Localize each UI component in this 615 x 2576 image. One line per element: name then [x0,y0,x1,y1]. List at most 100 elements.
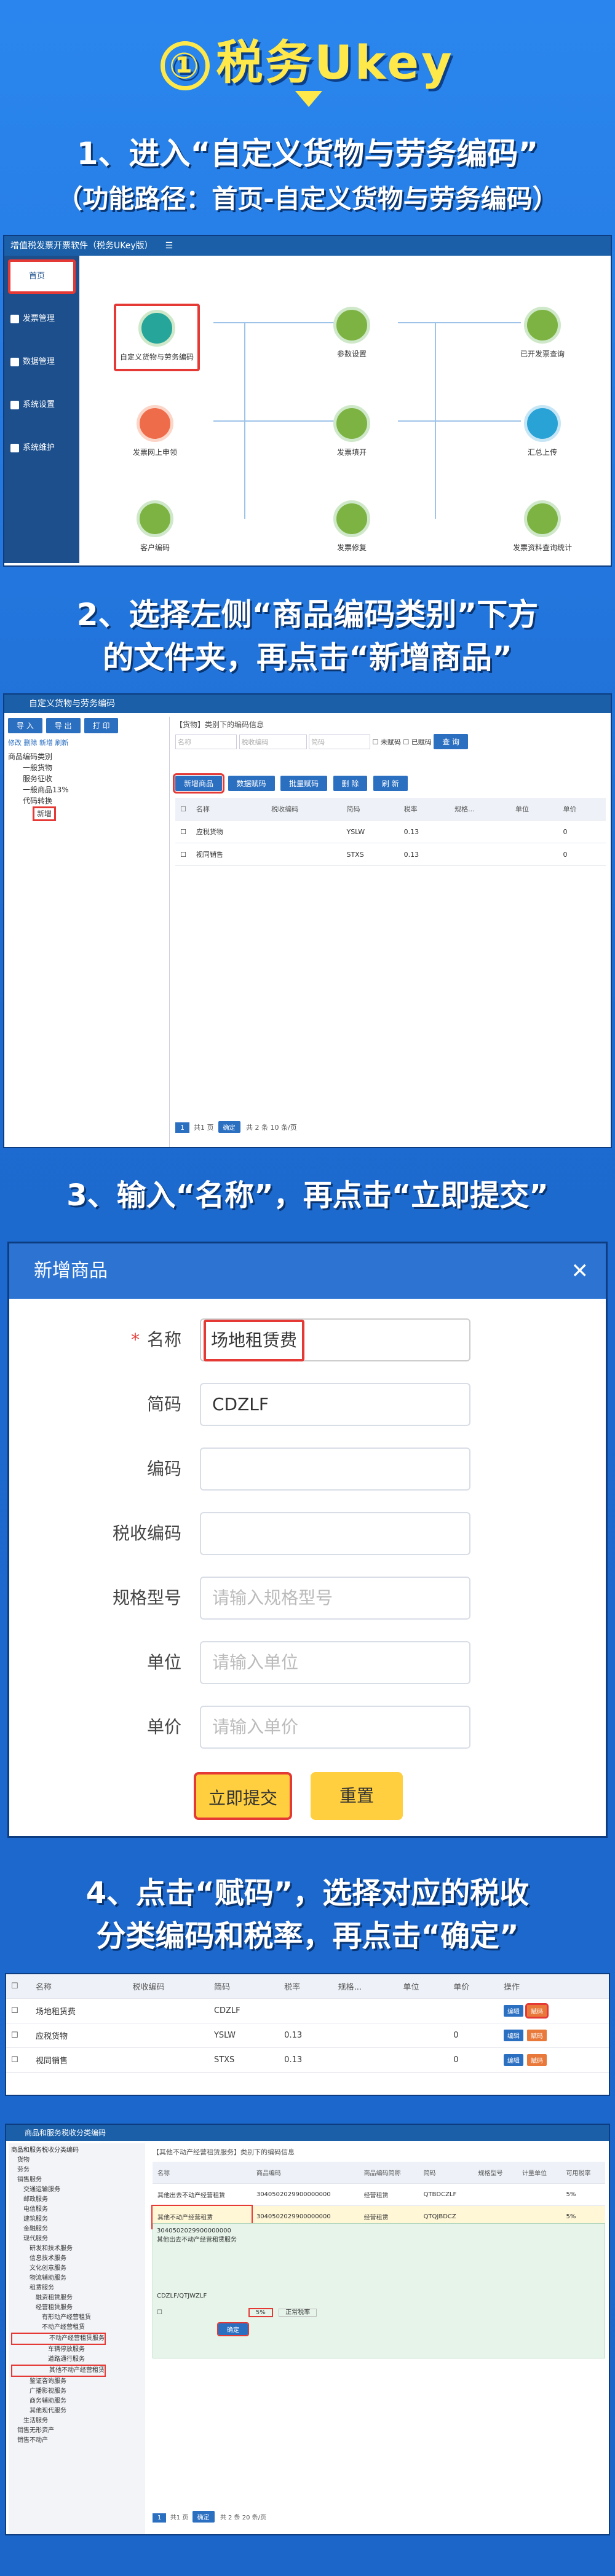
page-number[interactable]: 1 [175,1122,189,1133]
node-invoice-stats[interactable]: 发票资料查询统计 [496,500,589,553]
table-row[interactable]: 其他出去不动产经营租赁 3040502029900000000 经营租赁 QTBDCZ… [153,2183,605,2206]
sidebar-item-settings[interactable]: 系统设置 [4,384,79,427]
sidebar-item-invoice[interactable]: 发票管理 [4,297,79,341]
tree-item[interactable]: 研发和技术服务 [11,2244,143,2254]
tree-item[interactable]: 劳务 [11,2165,143,2175]
node-apply-online[interactable]: 发票网上申领 [109,405,201,457]
tree-item[interactable]: 现代服务 [11,2234,143,2244]
assign-button[interactable]: 赋码 [526,2054,547,2066]
tree-item[interactable]: 其他现代服务 [11,2406,143,2416]
tree-item[interactable]: 销售不动产 [11,2436,143,2446]
tree-item[interactable]: 服务征收 [8,773,162,784]
batch-assign-button[interactable]: 批量赋码 [280,776,328,791]
close-icon[interactable]: ✕ [571,1243,589,1299]
table-row[interactable]: ☐ 应税货物 YSLW 0.13 0 编辑 赋码 [6,2023,609,2048]
node-customer-code[interactable]: 客户编码 [109,500,201,553]
page-go-button[interactable]: 确定 [218,1121,240,1133]
tree-item[interactable]: 有形动产经营租赁 [11,2313,143,2323]
delete-button[interactable]: 删 除 [333,776,368,791]
node-params[interactable]: 参数设置 [306,307,398,359]
export-button[interactable]: 导 出 [46,718,81,733]
node-custom-goods-code[interactable]: 自定义货物与劳务编码 [114,304,200,371]
table-row[interactable]: ☐ 视同销售 STXS 0.13 0 编辑 赋码 [6,2047,609,2073]
sidebar-item-maintenance[interactable]: 系统维护 [4,427,79,470]
page-size-select[interactable]: 20 条/页 [242,2515,266,2521]
tree-add-link[interactable]: 新增 [39,739,53,747]
price-input[interactable]: 请输入单价 [200,1706,470,1749]
spec-input[interactable]: 请输入规格型号 [200,1577,470,1620]
table-row[interactable]: ☐ 视同销售 STXS 0.13 0 [175,843,606,866]
submit-button[interactable]: 立即提交 [194,1772,292,1820]
short-code-input[interactable]: CDZLF [200,1383,470,1426]
tree-item[interactable]: 租赁服务 [11,2283,143,2293]
tree-item[interactable]: 商务辅助服务 [11,2397,143,2406]
print-button[interactable]: 打 印 [84,718,119,733]
menu-icon[interactable]: ☰ [165,241,173,251]
refresh-button[interactable]: 刷 新 [373,776,408,791]
tree-item[interactable]: 文化创意服务 [11,2264,143,2274]
edit-button[interactable]: 编辑 [503,2054,523,2066]
add-goods-button[interactable]: 新增商品 [172,773,225,794]
node-summary-upload[interactable]: 汇总上传 [496,405,589,457]
tree-item[interactable]: 物流辅助服务 [11,2274,143,2283]
tree-item-highlight[interactable]: 其他不动产经营租赁 [11,2365,106,2377]
tree-item[interactable]: 交通运输服务 [11,2185,143,2195]
import-button[interactable]: 导 入 [8,718,42,733]
tree-refresh-link[interactable]: 刷新 [55,739,69,747]
tree-item[interactable]: 一般货物 [8,762,162,773]
node-invoice-fill[interactable]: 发票填开 [306,405,398,457]
page-number[interactable]: 1 [153,2513,167,2523]
tax-code-input[interactable] [200,1512,470,1555]
tree-item[interactable]: 代码转换 [8,795,162,806]
tree-item-folder-highlight[interactable]: 新增 [33,806,57,821]
tree-item[interactable]: 金融服务 [11,2224,143,2234]
tree-item[interactable]: 销售服务 [11,2175,143,2185]
tree-item[interactable]: 信息技术服务 [11,2254,143,2264]
assign-button-highlight[interactable]: 赋码 [525,2003,549,2019]
tree-item[interactable]: 货物 [11,2156,143,2165]
tree-root[interactable]: 商品和服务税收分类编码 [11,2146,143,2156]
select-all-checkbox[interactable]: ☐ [6,1974,31,1999]
tax-type-select[interactable]: 正常税率 [279,2309,317,2317]
tree-item[interactable]: 不动产经营租赁 [11,2323,143,2333]
tree-item[interactable]: 道路通行服务 [11,2355,143,2365]
page-go-button[interactable]: 确定 [192,2511,215,2523]
tree-item[interactable]: 鉴证咨询服务 [11,2377,143,2387]
edit-button[interactable]: 编辑 [503,2030,523,2041]
tax-rate-select[interactable]: 5% [248,2308,273,2317]
table-row[interactable]: ☐ 应税货物 YSLW 0.13 0 [175,820,606,843]
shortcode-filter-input[interactable]: 简码 [309,735,370,749]
edit-button[interactable]: 编辑 [503,2005,523,2017]
tree-item[interactable]: 电信服务 [11,2205,143,2215]
tree-item[interactable]: 融资租赁服务 [11,2293,143,2303]
page-size-select[interactable]: 10 条/页 [271,1124,297,1132]
tree-item[interactable]: 生活服务 [11,2416,143,2426]
code-input[interactable] [200,1448,470,1491]
tree-item[interactable]: 广播影视服务 [11,2387,143,2397]
reset-button[interactable]: 重置 [311,1772,403,1820]
query-button[interactable]: 查 询 [434,734,469,749]
tree-item[interactable]: 建筑服务 [11,2215,143,2224]
select-all-checkbox[interactable]: ☐ [175,798,191,821]
tree-item[interactable]: 邮政服务 [11,2195,143,2205]
sidebar-item-home[interactable]: 首页 [8,259,76,294]
tree-item-highlight[interactable]: 不动产经营租赁服务 [11,2333,106,2345]
taxcode-filter-input[interactable]: 税收编码 [239,735,307,749]
tree-item[interactable]: 车辆停放服务 [11,2345,143,2355]
assign-button[interactable]: 赋码 [526,2030,547,2041]
tree-item[interactable]: 一般商品13% [8,784,162,795]
tree-item[interactable]: 经营租赁服务 [11,2303,143,2313]
node-invoice-repair[interactable]: 发票修复 [306,500,398,553]
tree-edit-link[interactable]: 修改 [8,739,22,747]
unit-input[interactable]: 请输入单位 [200,1641,470,1684]
node-invoice-query[interactable]: 已开发票查询 [496,307,589,359]
unassigned-checkbox[interactable]: ☐ 未赋码 [373,738,401,746]
name-input[interactable]: 场地租赁费 [200,1318,470,1361]
assign-code-button[interactable]: 数据赋码 [228,776,275,791]
tree-delete-link[interactable]: 删除 [24,739,38,747]
tree-root[interactable]: 商品编码类别 [8,751,162,762]
confirm-button[interactable]: 确定 [217,2322,249,2336]
assigned-checkbox[interactable]: ☐ 已赋码 [403,738,431,746]
table-row[interactable]: ☐ 场地租赁费 CDZLF 编辑 赋码 [6,1998,609,2023]
name-filter-input[interactable]: 名称 [175,735,237,749]
